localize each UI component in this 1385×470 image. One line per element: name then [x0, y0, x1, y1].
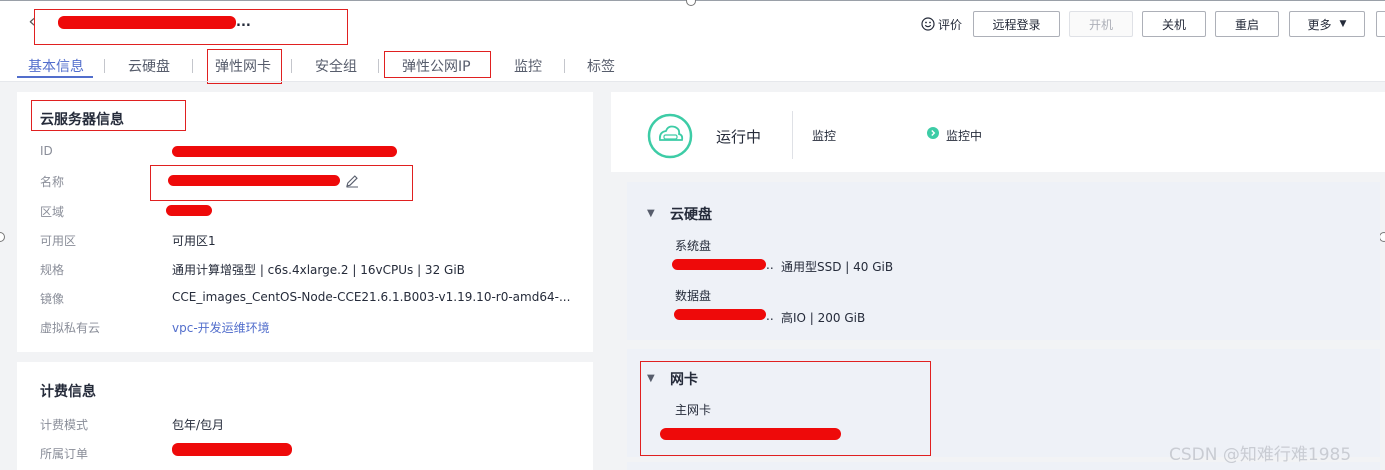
data-disk-value: 高IO | 200 GiB [781, 311, 866, 325]
tab-basic-info[interactable]: 基本信息 [28, 56, 84, 76]
redaction-mark [672, 259, 766, 270]
id-label: ID [40, 144, 53, 158]
resize-handle-left[interactable] [0, 232, 5, 242]
status-divider [792, 111, 793, 159]
annotation-box-nic-tab [207, 49, 282, 84]
tabs-divider [0, 81, 1385, 82]
running-status-label: 运行中 [716, 128, 762, 146]
monitor-label: 监控 [812, 129, 837, 143]
redaction-mark [172, 443, 292, 456]
page-title: ... [236, 15, 251, 30]
collapse-nic-caret-icon[interactable]: ▼ [647, 373, 655, 384]
watermark: CSDN @知难行难1985 [1169, 445, 1352, 465]
system-disk-label: 系统盘 [675, 239, 712, 253]
annotation-box-eip-tab [384, 51, 491, 78]
data-disk-name-suffix: .. [766, 309, 774, 323]
redaction-mark [172, 146, 397, 157]
tab-divider [192, 59, 193, 73]
redaction-mark [58, 16, 236, 29]
server-info-card [17, 92, 593, 352]
redaction-mark [166, 205, 212, 216]
collapse-disk-caret-icon[interactable]: ▼ [647, 208, 655, 219]
image-value: CCE_images_CentOS-Node-CCE21.6.1.B003-v1… [172, 290, 571, 304]
system-disk-name-suffix: .. [766, 258, 774, 272]
tab-security-group[interactable]: 安全组 [315, 56, 357, 76]
flavor-value: 通用计算增强型 | c6s.4xlarge.2 | 16vCPUs | 32 G… [172, 263, 465, 277]
rate-button[interactable]: 评价 [921, 16, 962, 32]
tab-monitoring[interactable]: 监控 [514, 56, 542, 76]
redaction-mark [660, 428, 841, 440]
smiley-icon [921, 17, 935, 31]
tab-divider [564, 59, 565, 73]
tab-divider [291, 59, 292, 73]
monitor-status-value: 监控中 [946, 129, 983, 143]
region-label: 区域 [40, 205, 65, 219]
billing-mode-label: 计费模式 [40, 418, 89, 432]
primary-nic-label: 主网卡 [675, 403, 712, 417]
more-button[interactable]: 更多 ▼ [1289, 11, 1365, 37]
billing-info-card [17, 362, 593, 470]
billing-info-title: 计费信息 [40, 384, 96, 400]
data-disk-label: 数据盘 [675, 289, 712, 303]
order-label: 所属订单 [40, 447, 89, 461]
power-on-button[interactable]: 开机 [1069, 11, 1133, 37]
running-status-icon [647, 113, 693, 159]
more-label: 更多 [1307, 17, 1332, 32]
edit-pencil-icon[interactable] [345, 174, 359, 188]
resize-handle-top[interactable] [686, 0, 696, 6]
disk-panel-title: 云硬盘 [670, 207, 712, 223]
billing-mode-value: 包年/包月 [172, 418, 225, 432]
tab-evs-disk[interactable]: 云硬盘 [128, 56, 170, 76]
caret-down-icon: ▼ [1339, 19, 1347, 29]
monitor-status-icon [927, 127, 939, 139]
nic-panel-title: 网卡 [670, 372, 698, 388]
active-tab-indicator [17, 76, 93, 78]
image-label: 镜像 [40, 292, 65, 306]
redaction-mark [674, 309, 766, 320]
flavor-label: 规格 [40, 263, 65, 277]
vpc-label: 虚拟私有云 [40, 321, 101, 335]
az-label: 可用区 [40, 234, 77, 248]
tab-divider [378, 59, 379, 73]
server-info-title: 云服务器信息 [40, 112, 124, 128]
system-disk-value: 通用型SSD | 40 GiB [781, 260, 894, 274]
az-value: 可用区1 [172, 234, 216, 248]
rate-label: 评价 [938, 17, 963, 32]
overflow-button[interactable] [1376, 11, 1385, 37]
tab-tags[interactable]: 标签 [587, 56, 615, 76]
vpc-link[interactable]: vpc-开发运维环境 [172, 319, 270, 336]
tab-divider [104, 59, 105, 73]
remote-login-button[interactable]: 远程登录 [973, 11, 1060, 37]
restart-button[interactable]: 重启 [1215, 11, 1279, 37]
name-label: 名称 [40, 175, 65, 189]
shutdown-button[interactable]: 关机 [1142, 11, 1206, 37]
redaction-mark [168, 175, 340, 186]
